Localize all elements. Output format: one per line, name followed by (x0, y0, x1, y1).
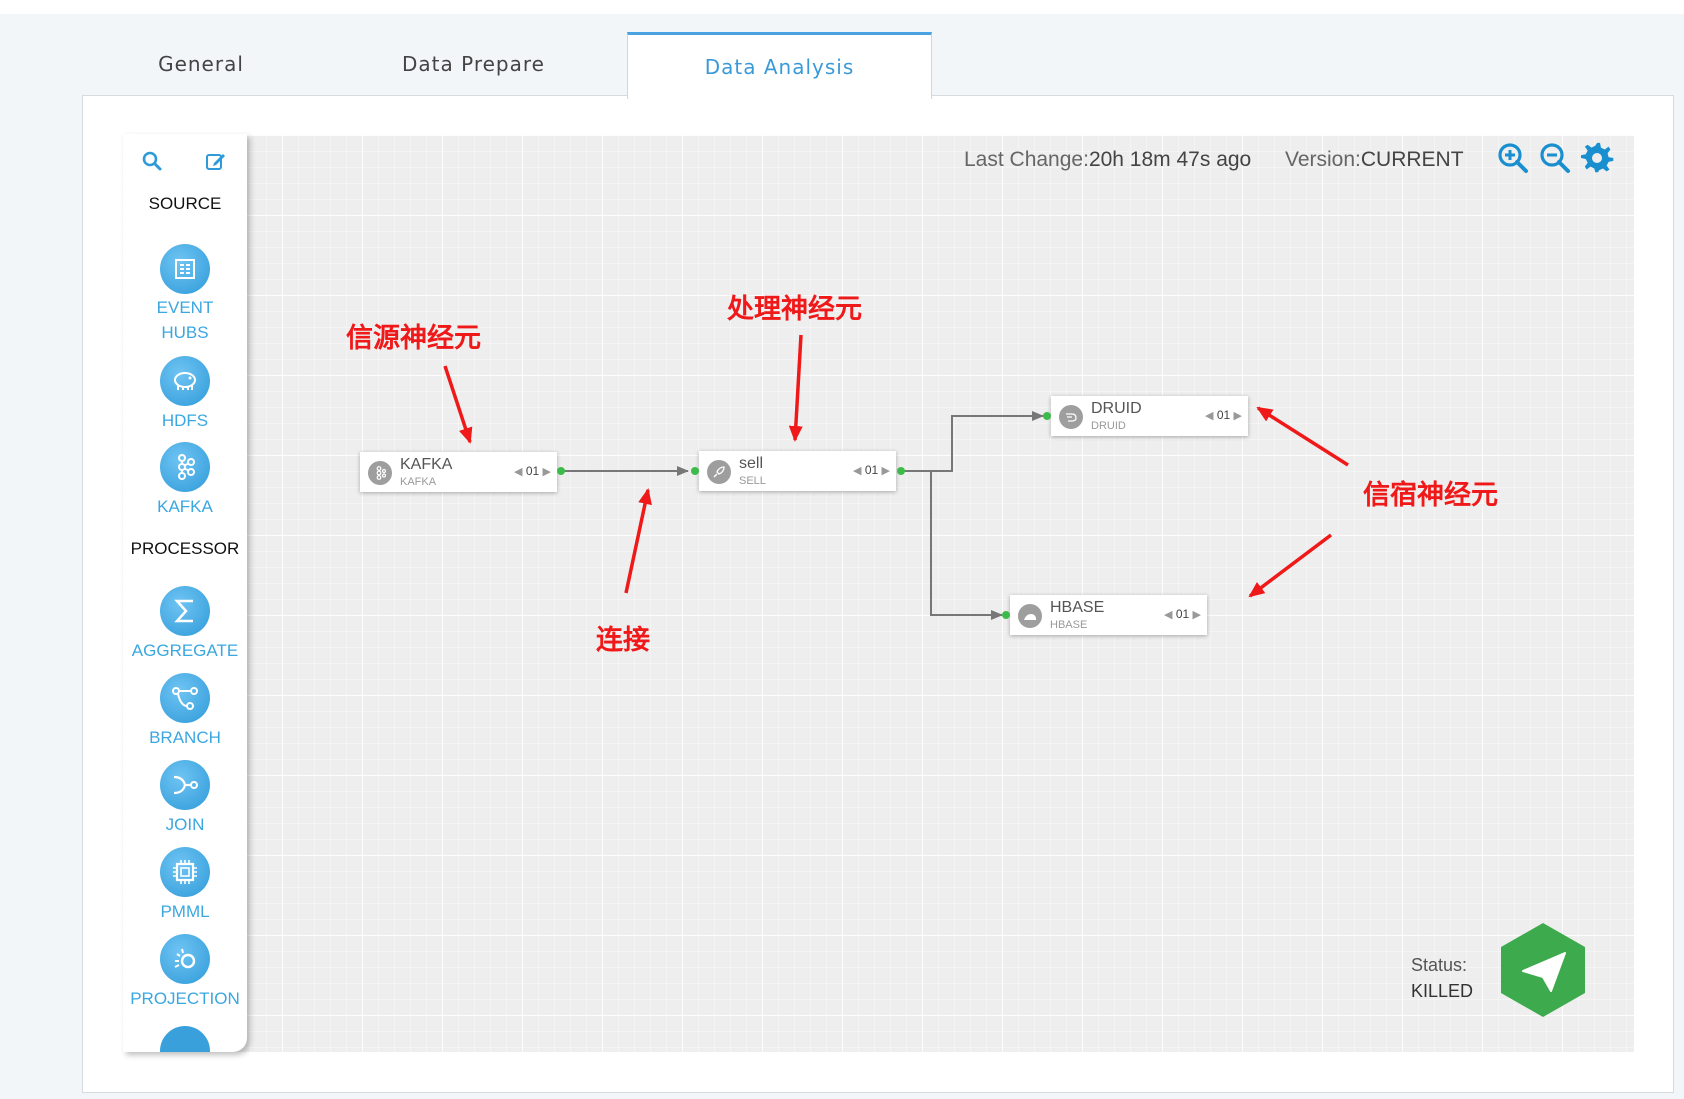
palette-item-label: BRANCH (149, 728, 221, 747)
last-change-label: Last Change: (964, 148, 1089, 171)
sigma-icon (160, 586, 210, 636)
palette-item-pmml[interactable]: PMML (123, 847, 247, 925)
node-parallelism[interactable]: ◀ 01 ▶ (853, 463, 890, 477)
node-subtitle: SELL (739, 475, 766, 487)
source-heading: SOURCE (148, 194, 222, 213)
input-port[interactable] (1043, 412, 1051, 420)
chevron-left-icon[interactable]: ◀ (853, 465, 861, 477)
chevron-left-icon[interactable]: ◀ (514, 466, 522, 478)
palette-item-label: JOIN (165, 815, 205, 834)
kafka-icon (368, 461, 392, 485)
node-kafka[interactable]: KAFKA KAFKA ◀ 01 ▶ (360, 452, 557, 492)
parallelism-value: 01 (1175, 607, 1190, 621)
zoom-out-icon[interactable] (1538, 141, 1572, 175)
last-change-info: Last Change:20h 18m 47s ago (964, 148, 1251, 172)
palette-item-label: HDFS (161, 411, 209, 430)
status-value: KILLED (1411, 981, 1474, 1001)
hdfs-elephant-icon (160, 356, 210, 406)
node-druid[interactable]: DRUID DRUID ◀ 01 ▶ (1051, 396, 1248, 436)
chip-icon (160, 847, 210, 897)
projection-icon (160, 934, 210, 984)
palette-item-join[interactable]: JOIN (123, 760, 247, 838)
topology-status: Status: KILLED (1411, 952, 1473, 1004)
palette-item-kafka[interactable]: KAFKA (123, 442, 247, 520)
annotation-sink-neuron: 信宿神经元 (1363, 480, 1498, 510)
annotation-processor-neuron: 处理神经元 (727, 294, 862, 324)
palette-item-event-hubs[interactable]: EVENT HUBS (123, 244, 247, 346)
chevron-left-icon[interactable]: ◀ (1205, 410, 1213, 422)
input-port[interactable] (691, 467, 699, 475)
palette-item-label: AGGREGATE (131, 641, 239, 660)
node-title: HBASE (1050, 599, 1105, 616)
version-info: Version:CURRENT (1285, 148, 1464, 172)
output-port[interactable] (557, 467, 565, 475)
last-change-value: 20h 18m 47s ago (1088, 148, 1252, 171)
tab-data-analysis[interactable]: Data Analysis (627, 32, 932, 99)
event-hubs-icon (160, 244, 210, 294)
chevron-right-icon[interactable]: ▶ (882, 465, 890, 477)
chevron-right-icon[interactable]: ▶ (1234, 410, 1242, 422)
palette-item-partial (160, 1026, 210, 1052)
search-icon[interactable] (141, 150, 163, 172)
output-port[interactable] (897, 467, 905, 475)
palette-item-aggregate[interactable]: AGGREGATE (123, 586, 247, 664)
palette-item-label: EVENT (156, 298, 214, 317)
rocket-icon (707, 460, 731, 484)
parallelism-value: 01 (864, 463, 879, 477)
topology-canvas[interactable] (122, 135, 1634, 1052)
node-subtitle: KAFKA (400, 476, 437, 488)
tab-data-prepare[interactable]: Data Prepare (336, 32, 611, 96)
node-subtitle: DRUID (1091, 420, 1126, 432)
gear-icon[interactable] (1581, 141, 1615, 175)
palette-item-label: PMML (160, 902, 210, 921)
node-title: DRUID (1091, 400, 1142, 417)
version-label: Version: (1285, 148, 1361, 171)
parallelism-value: 01 (525, 464, 540, 478)
version-value: CURRENT (1360, 148, 1464, 171)
hbase-orca-icon (1018, 604, 1042, 628)
component-palette: SOURCE EVENT HUBS HDFS KAFKA PROCESSOR A… (123, 134, 247, 1052)
deploy-button[interactable] (1499, 921, 1587, 1019)
annotation-source-neuron: 信源神经元 (346, 323, 481, 353)
tab-general[interactable]: General (82, 32, 320, 96)
kafka-icon (160, 442, 210, 492)
chevron-right-icon[interactable]: ▶ (1193, 609, 1201, 621)
druid-icon (1059, 405, 1083, 429)
node-parallelism[interactable]: ◀ 01 ▶ (1164, 607, 1201, 621)
palette-item-projection[interactable]: PROJECTION (123, 934, 247, 1012)
processor-heading: PROCESSOR (130, 539, 240, 558)
node-parallelism[interactable]: ◀ 01 ▶ (1205, 408, 1242, 422)
chevron-right-icon[interactable]: ▶ (543, 466, 551, 478)
top-bar (0, 0, 1684, 14)
status-label: Status: (1411, 955, 1468, 975)
branch-icon (160, 673, 210, 723)
chevron-left-icon[interactable]: ◀ (1164, 609, 1172, 621)
palette-item-label: KAFKA (157, 497, 213, 516)
palette-toolbar (123, 142, 247, 172)
zoom-in-icon[interactable] (1496, 141, 1530, 175)
node-parallelism[interactable]: ◀ 01 ▶ (514, 464, 551, 478)
annotation-connection: 连接 (596, 625, 650, 655)
palette-item-label-line2: HUBS (161, 323, 209, 342)
palette-item-hdfs[interactable]: HDFS (123, 356, 247, 434)
palette-item-label: PROJECTION (130, 989, 240, 1008)
node-sell[interactable]: sell SELL ◀ 01 ▶ (699, 451, 896, 491)
node-title: sell (739, 455, 764, 472)
join-icon (160, 760, 210, 810)
parallelism-value: 01 (1216, 408, 1231, 422)
input-port[interactable] (1002, 611, 1010, 619)
palette-item-branch[interactable]: BRANCH (123, 673, 247, 751)
node-hbase[interactable]: HBASE HBASE ◀ 01 ▶ (1010, 595, 1207, 635)
node-title: KAFKA (400, 456, 453, 473)
node-subtitle: HBASE (1050, 619, 1088, 631)
edit-icon[interactable] (205, 150, 227, 172)
